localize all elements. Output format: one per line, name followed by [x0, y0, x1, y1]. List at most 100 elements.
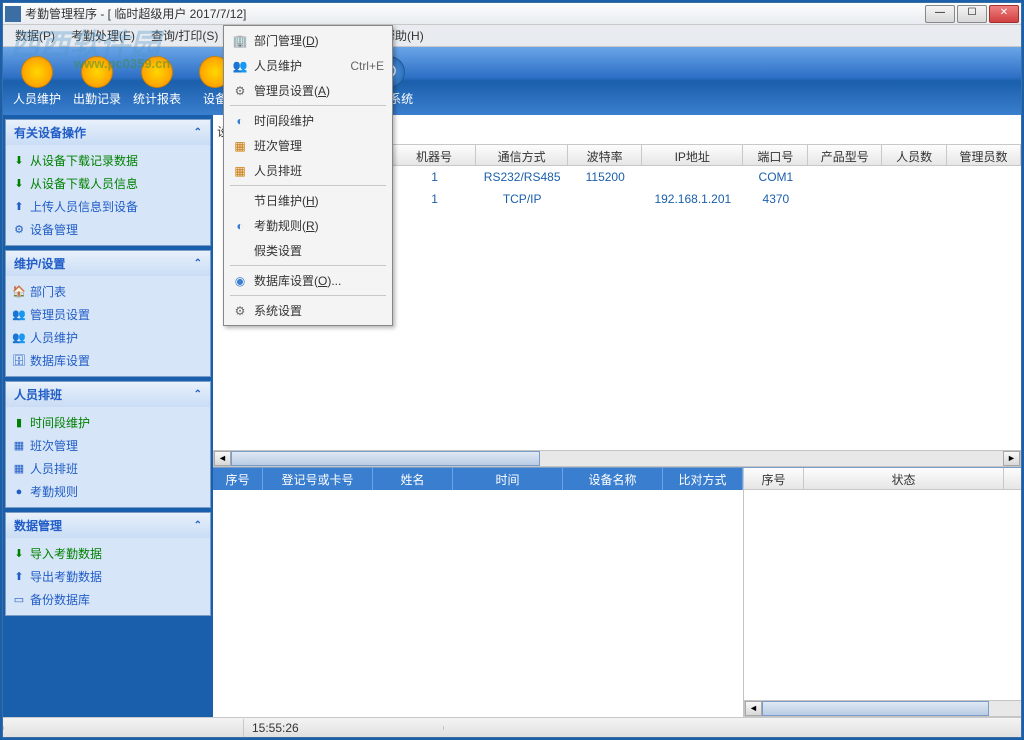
panel-header[interactable]: 有关设备操作⌃ [6, 120, 210, 145]
grid-icon: ▦ [232, 163, 248, 179]
sidebar-item[interactable]: ⬆导出考勤数据 [8, 565, 208, 588]
column-header[interactable]: 人员数 [882, 145, 947, 165]
panel-header[interactable]: 数据管理⌃ [6, 513, 210, 538]
sidebar-panel: 有关设备操作⌃⬇从设备下载记录数据⬇从设备下载人员信息⬆上传人员信息到设备⚙设备… [5, 119, 211, 246]
sidebar-panel: 数据管理⌃⬇导入考勤数据⬆导出考勤数据▭备份数据库 [5, 512, 211, 616]
sidebar-item-label: 人员维护 [30, 329, 78, 346]
dropdown-item[interactable]: ⚙系统设置 [226, 298, 390, 323]
column-header[interactable]: 波特率 [568, 145, 642, 165]
column-header[interactable]: 端口号 [743, 145, 808, 165]
toolbar-人员维护[interactable]: 人员维护 [7, 52, 67, 110]
toolbar-icon [141, 56, 173, 88]
column-header[interactable]: 时间 [453, 468, 563, 490]
dropdown-item[interactable]: ◉数据库设置(O)... [226, 268, 390, 293]
column-header[interactable]: 时间 [1004, 468, 1021, 489]
sidebar-item-label: 数据库设置 [30, 352, 90, 369]
menu-1[interactable]: 考勤处理(E) [63, 25, 143, 46]
sidebar-item[interactable]: ⚙设备管理 [8, 218, 208, 241]
sidebar-item-icon: ⬆ [12, 200, 26, 214]
toolbar-统计报表[interactable]: 统计报表 [127, 52, 187, 110]
column-header[interactable]: 状态 [804, 468, 1004, 489]
table-row[interactable]: 1TCP/IP192.168.1.2014370 [393, 188, 1021, 210]
sidebar-item[interactable]: 🏠部门表 [8, 280, 208, 303]
close-button[interactable]: ✕ [989, 5, 1019, 23]
horizontal-scrollbar[interactable]: ◄ ► [213, 450, 1021, 467]
lower-right-scrollbar[interactable]: ◄ ► [744, 700, 1021, 717]
sidebar-item[interactable]: ⬇从设备下载人员信息 [8, 172, 208, 195]
table-cell: RS232/RS485 [476, 168, 568, 186]
column-header[interactable]: IP地址 [642, 145, 743, 165]
menu-2[interactable]: 查询/打印(S) [143, 25, 226, 46]
sidebar-item-label: 部门表 [30, 283, 66, 300]
table-cell [947, 197, 1021, 201]
maximize-button[interactable]: ☐ [957, 5, 987, 23]
panel-title: 有关设备操作 [14, 124, 86, 141]
dropdown-item[interactable]: ◐时间段维护 [226, 108, 390, 133]
toolbar-label: 人员维护 [13, 90, 61, 107]
column-header[interactable]: 机器号 [393, 145, 476, 165]
table-cell [882, 175, 947, 179]
dropdown-item[interactable]: ▦班次管理 [226, 133, 390, 158]
grid-icon: ▦ [232, 138, 248, 154]
sidebar-item[interactable]: ▦班次管理 [8, 434, 208, 457]
minimize-button[interactable]: — [925, 5, 955, 23]
toolbar-出勤记录[interactable]: 出勤记录 [67, 52, 127, 110]
dropdown-item[interactable]: ⚙管理员设置(A) [226, 78, 390, 103]
sidebar-item[interactable]: ▦人员排班 [8, 457, 208, 480]
panel-header[interactable]: 人员排班⌃ [6, 382, 210, 407]
clock-icon: ◐ [232, 113, 248, 129]
column-header[interactable]: 比对方式 [663, 468, 743, 490]
dropdown-label: 节日维护(H) [254, 192, 319, 209]
toolbar: 人员维护出勤记录统计报表设备设备智能升级退出系统 [3, 47, 1021, 115]
dropdown-item[interactable]: ▦人员排班 [226, 158, 390, 183]
table-cell [947, 175, 1021, 179]
lower-right-body [744, 490, 1021, 700]
sidebar-item-label: 考勤规则 [30, 483, 78, 500]
panel-header[interactable]: 维护/设置⌃ [6, 251, 210, 276]
main-window: 考勤管理程序 - [ 临时超级用户 2017/7/12] — ☐ ✕ 数据(P)… [2, 2, 1022, 738]
dropdown-item[interactable]: 👥人员维护Ctrl+E [226, 53, 390, 78]
sidebar-item[interactable]: ▭备份数据库 [8, 588, 208, 611]
dropdown-item[interactable]: 假类设置 [226, 238, 390, 263]
table-row[interactable]: 1RS232/RS485115200COM1 [393, 166, 1021, 188]
toolbar-icon [81, 56, 113, 88]
dropdown-item[interactable]: ◐考勤规则(R) [226, 213, 390, 238]
panel-body: 🏠部门表👥管理员设置👥人员维护🗄数据库设置 [6, 276, 210, 376]
column-header[interactable]: 序号 [213, 468, 263, 490]
scroll-thumb[interactable] [231, 451, 540, 466]
grid-headers: 机器号通信方式波特率IP地址端口号产品型号人员数管理员数 [393, 144, 1021, 166]
dropdown-item[interactable]: 节日维护(H) [226, 188, 390, 213]
sidebar-item[interactable]: 👥管理员设置 [8, 303, 208, 326]
sidebar-item[interactable]: ⬆上传人员信息到设备 [8, 195, 208, 218]
toolbar-label: 统计报表 [133, 90, 181, 107]
sidebar-item[interactable]: ⬇从设备下载记录数据 [8, 149, 208, 172]
table-cell: 115200 [568, 168, 642, 186]
sidebar-item[interactable]: 🗄数据库设置 [8, 349, 208, 372]
column-header[interactable]: 姓名 [373, 468, 453, 490]
sidebar-item[interactable]: ▮时间段维护 [8, 411, 208, 434]
column-header[interactable]: 登记号或卡号 [263, 468, 373, 490]
window-title: 考勤管理程序 - [ 临时超级用户 2017/7/12] [25, 5, 925, 22]
column-header[interactable]: 管理员数 [947, 145, 1021, 165]
panel-body: ⬇从设备下载记录数据⬇从设备下载人员信息⬆上传人员信息到设备⚙设备管理 [6, 145, 210, 245]
scroll-thumb[interactable] [762, 701, 989, 716]
column-header[interactable]: 序号 [744, 468, 804, 489]
panel-body: ⬇导入考勤数据⬆导出考勤数据▭备份数据库 [6, 538, 210, 615]
column-header[interactable]: 设备名称 [563, 468, 663, 490]
table-cell: 1 [393, 190, 476, 208]
sidebar-item[interactable]: ⬇导入考勤数据 [8, 542, 208, 565]
sidebar-item-label: 导入考勤数据 [30, 545, 102, 562]
menu-0[interactable]: 数据(P) [7, 25, 63, 46]
column-header[interactable]: 通信方式 [476, 145, 568, 165]
scroll-right-arrow[interactable]: ► [1003, 451, 1020, 466]
scroll-left-arrow[interactable]: ◄ [214, 451, 231, 466]
lower-left-pane: 序号登记号或卡号姓名时间设备名称比对方式 [213, 468, 744, 717]
table-cell [808, 197, 882, 201]
sidebar-item[interactable]: 👥人员维护 [8, 326, 208, 349]
column-header[interactable]: 产品型号 [808, 145, 882, 165]
scroll-left-arrow[interactable]: ◄ [745, 701, 762, 716]
dropdown-item[interactable]: 🏢部门管理(D) [226, 28, 390, 53]
sidebar-item[interactable]: ●考勤规则 [8, 480, 208, 503]
chevron-up-icon: ⌃ [194, 258, 202, 269]
gear-icon: ⚙ [232, 303, 248, 319]
